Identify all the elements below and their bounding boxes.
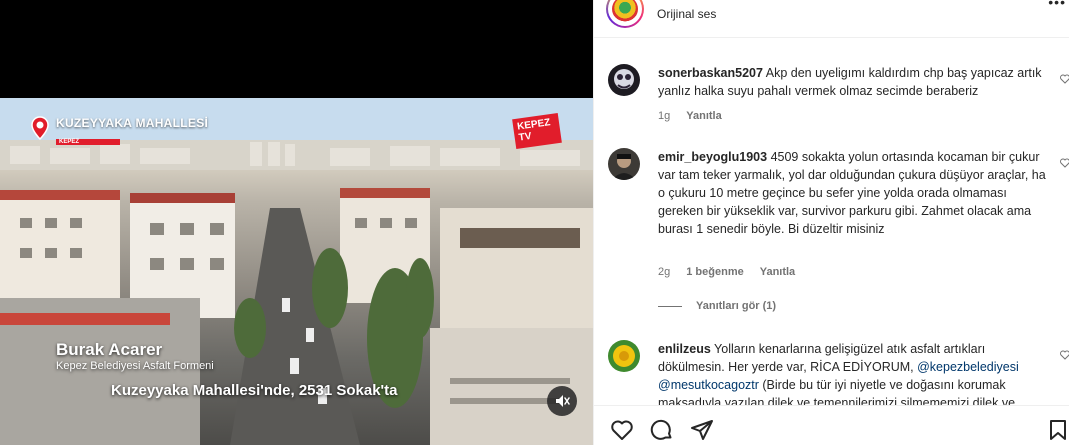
- comment-text: sonerbaskan5207 Akp den uyeligımı kaldır…: [658, 64, 1053, 100]
- avatar-image: [608, 64, 640, 96]
- account-avatar[interactable]: [606, 0, 644, 28]
- video-player[interactable]: KUZEYYAKA MAHALLESİ KEPEZ KEPEZ TV Burak…: [0, 0, 593, 445]
- post-header: Orijinal ses •••: [594, 0, 1069, 38]
- comment-username[interactable]: emir_beyoglu1903: [658, 150, 767, 164]
- comment-time: 2g: [658, 266, 671, 278]
- reel-view: KUZEYYAKA MAHALLESİ KEPEZ KEPEZ TV Burak…: [0, 0, 1069, 445]
- comment-text: enlilzeus Yolların kenarlarına gelişigüz…: [658, 340, 1053, 412]
- comment-meta: 2g 1 beğenme Yanıtla: [658, 266, 795, 278]
- heart-icon[interactable]: [1060, 74, 1069, 84]
- avatar-image: [608, 340, 640, 372]
- divider: [658, 305, 682, 307]
- speaker-role: Kepez Belediyesi Asfalt Formeni: [56, 360, 214, 372]
- reply-button[interactable]: Yanıtla: [760, 266, 795, 278]
- see-replies-button[interactable]: Yanıtları gör (1): [658, 300, 776, 312]
- more-icon[interactable]: •••: [1048, 0, 1066, 10]
- location-title: KUZEYYAKA MAHALLESİ: [56, 116, 209, 130]
- comment-time: 1g: [658, 110, 671, 122]
- location-tag: KUZEYYAKA MAHALLESİ KEPEZ: [30, 116, 208, 148]
- comment-meta: 1g Yanıtla: [658, 110, 722, 122]
- speaker-muted-icon: [556, 395, 570, 407]
- heart-icon[interactable]: [1060, 350, 1069, 360]
- avatar[interactable]: [608, 64, 640, 96]
- avatar-image: [608, 148, 640, 180]
- mention-link[interactable]: @kepezbelediyesi: [917, 360, 1019, 374]
- comments-panel: Orijinal ses ••• sonerbaskan5207 Akp den…: [593, 0, 1069, 445]
- comment-icon[interactable]: [650, 418, 674, 442]
- comment-username[interactable]: enlilzeus: [658, 342, 711, 356]
- see-replies-label: Yanıtları gör (1): [696, 300, 777, 312]
- heart-icon[interactable]: [1060, 158, 1069, 168]
- location-subtitle: KEPEZ: [56, 139, 120, 145]
- kepez-tv-logo: KEPEZ TV: [512, 112, 562, 150]
- video-caption: Kuzeyyaka Mahallesi'nde, 2531 Sokak'ta: [111, 382, 398, 399]
- paper-plane-icon[interactable]: [690, 418, 714, 442]
- action-bar: [594, 405, 1069, 445]
- comment-username[interactable]: sonerbaskan5207: [658, 66, 763, 80]
- comment-text: emir_beyoglu1903 4509 sokakta yolun orta…: [658, 148, 1053, 238]
- reply-button[interactable]: Yanıtla: [686, 110, 721, 122]
- map-pin-icon: [31, 116, 49, 140]
- speaker-name: Burak Acarer: [56, 340, 163, 359]
- mention-link[interactable]: @mesutkocagoztr: [658, 378, 759, 392]
- likes-count[interactable]: 1 beğenme: [686, 266, 743, 278]
- avatar[interactable]: [608, 148, 640, 180]
- heart-icon[interactable]: [610, 418, 634, 442]
- logo-icon: [612, 0, 638, 22]
- audio-label[interactable]: Orijinal ses: [657, 7, 716, 21]
- mute-button[interactable]: [547, 386, 577, 416]
- avatar[interactable]: [608, 340, 640, 372]
- bookmark-icon[interactable]: [1046, 418, 1069, 442]
